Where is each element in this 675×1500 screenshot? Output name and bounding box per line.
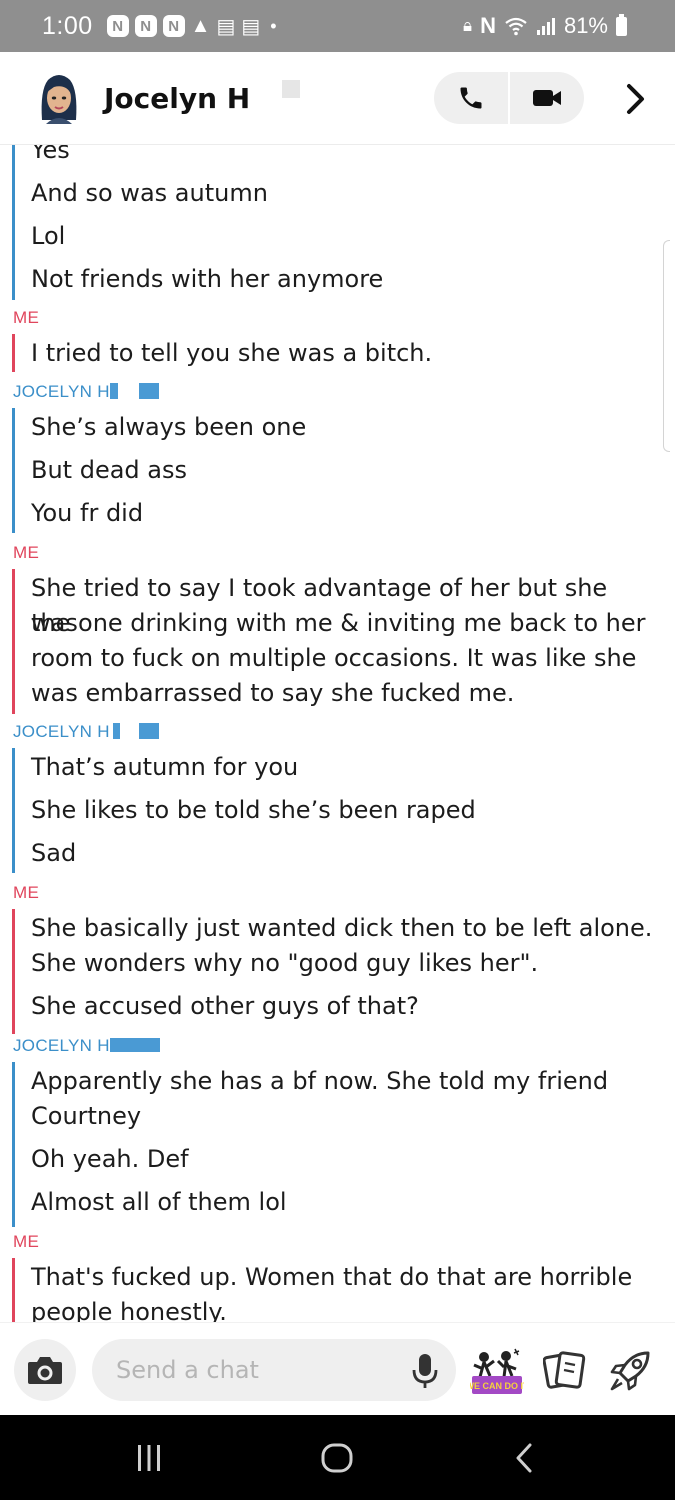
redaction-block xyxy=(110,1038,160,1052)
message-line: She likes to be told she’s been raped xyxy=(31,796,476,824)
sender-bar xyxy=(12,334,15,372)
microphone-icon[interactable] xyxy=(410,1353,440,1389)
recent-apps-icon[interactable] xyxy=(134,1443,164,1473)
warning-icon: ▲ xyxy=(190,14,211,37)
chevron-right-icon[interactable] xyxy=(622,82,650,116)
message-line: You fr did xyxy=(31,499,144,527)
message-line: I tried to tell you she was a bitch. xyxy=(31,339,433,367)
contact-name[interactable]: Jocelyn H xyxy=(104,82,250,115)
wifi-icon xyxy=(505,17,527,36)
sender-bar xyxy=(12,145,15,300)
message-line: people honestly. xyxy=(31,1298,227,1322)
sender-bar xyxy=(12,408,15,533)
sender-label: JOCELYN H xyxy=(13,1036,110,1055)
sender-bar xyxy=(12,909,15,1034)
message-line: room to fuck on multiple occasions. It w… xyxy=(31,644,637,672)
nfc-icon: N xyxy=(480,13,496,38)
phone-icon xyxy=(460,87,482,109)
video-call-button[interactable] xyxy=(510,72,584,124)
message-line: Not friends with her anymore xyxy=(31,265,384,293)
message-line: the one drinking with me & inviting me b… xyxy=(31,609,646,637)
message-line: Courtney xyxy=(31,1102,142,1130)
camera-icon xyxy=(28,1357,62,1384)
sender-label: ME xyxy=(13,308,40,327)
message-line: She accused other guys of that? xyxy=(31,992,419,1020)
redaction-block xyxy=(139,723,159,739)
sender-label: JOCELYN H xyxy=(13,382,110,401)
sender-label: ME xyxy=(13,1232,40,1251)
sender-label: ME xyxy=(13,883,40,902)
rocket-icon[interactable] xyxy=(608,1347,654,1393)
notification-icon: N xyxy=(162,15,185,37)
bitmoji-sticker-icon[interactable]: WE CAN DO IT xyxy=(470,1347,524,1395)
message-line: And so was autumn xyxy=(31,179,268,207)
message-line: Sad xyxy=(31,839,77,867)
bitmoji-avatar-icon[interactable] xyxy=(36,70,82,124)
chat-input[interactable] xyxy=(92,1339,456,1401)
status-time: 1:00 xyxy=(42,11,93,40)
message-line: Apparently she has a bf now. She told my… xyxy=(31,1067,609,1095)
redaction-block xyxy=(282,80,300,98)
call-controls xyxy=(434,72,584,124)
sender-bar xyxy=(12,748,15,873)
message-line: That's fucked up. Women that do that are… xyxy=(31,1263,633,1291)
lock-icon: 🔒︎ xyxy=(463,16,473,35)
camera-button[interactable] xyxy=(14,1339,76,1401)
message-line: She basically just wanted dick then to b… xyxy=(31,914,653,942)
sender-label: JOCELYN H xyxy=(13,722,110,741)
battery-icon xyxy=(616,13,627,36)
message-line: Yes xyxy=(31,145,70,164)
news-icon: ▤ xyxy=(216,15,236,38)
voice-call-button[interactable] xyxy=(434,72,508,124)
battery-percent: 81% xyxy=(563,13,608,38)
notification-icon: N xyxy=(106,15,129,37)
sender-bar xyxy=(12,1258,15,1322)
message-line: Almost all of them lol xyxy=(31,1188,287,1216)
video-camera-icon xyxy=(532,90,561,106)
message-line: was embarrassed to say she fucked me. xyxy=(31,679,515,707)
news-icon: ▤ xyxy=(241,15,261,38)
redaction-block xyxy=(139,383,159,399)
message-line: That’s autumn for you xyxy=(31,753,299,781)
chat-messages[interactable]: Yes And so was autumn Lol Not friends wi… xyxy=(0,145,675,1322)
signal-icon xyxy=(536,18,555,35)
message-line: But dead ass xyxy=(31,456,187,484)
message-line: Lol xyxy=(31,222,66,250)
sender-bar xyxy=(12,1062,15,1227)
message-line: She wonders why no "good guy likes her". xyxy=(31,949,539,977)
notification-icons: N N N ▲ ▤ ▤ • xyxy=(106,14,277,39)
notification-icon: N xyxy=(134,15,157,37)
sender-label: ME xyxy=(13,543,40,562)
system-nav-bar xyxy=(0,1415,675,1500)
sender-bar xyxy=(12,569,15,714)
home-icon[interactable] xyxy=(320,1442,354,1474)
redaction-block xyxy=(110,383,118,399)
cards-icon[interactable] xyxy=(543,1349,587,1393)
back-icon[interactable] xyxy=(512,1441,536,1475)
sticker-text: WE CAN DO IT xyxy=(470,1381,524,1391)
status-bar: 1:00 N N N ▲ ▤ ▤ • 🔒︎ N 81% xyxy=(0,0,675,52)
status-right: 🔒︎ N 81% xyxy=(463,13,627,39)
chat-header: Jocelyn H xyxy=(0,52,675,145)
message-line: She’s always been one xyxy=(31,413,307,441)
more-notifications-icon: • xyxy=(270,15,277,36)
chat-input-bar: WE CAN DO IT xyxy=(0,1322,675,1416)
redaction-block xyxy=(113,723,120,739)
message-line: Oh yeah. Def xyxy=(31,1145,189,1173)
